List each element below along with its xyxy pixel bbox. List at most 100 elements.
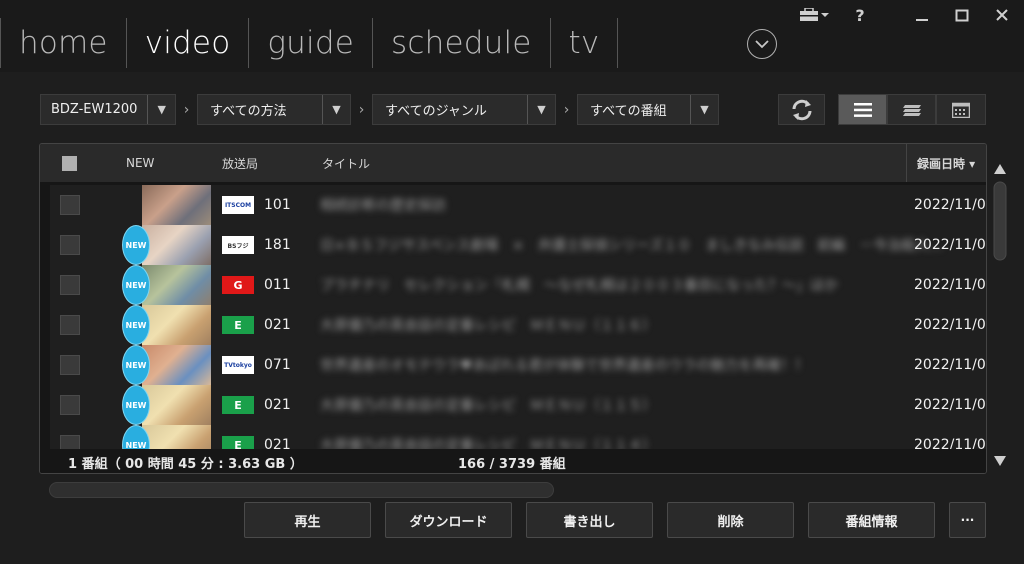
select-all-checkbox[interactable]	[62, 144, 77, 182]
more-options-button[interactable]: ···	[949, 502, 986, 538]
channel-number: 021	[264, 397, 291, 413]
thumbnail-image	[142, 265, 211, 305]
channel-number: 101	[264, 197, 291, 213]
row-checkbox[interactable]	[60, 345, 80, 385]
channel-number: 181	[264, 237, 291, 253]
record-date: 2022/11/0	[914, 437, 986, 449]
calendar-view-button[interactable]	[936, 94, 986, 125]
program-title: 大原優乃の英会話の定番レシピ ＭＥＮＵ（１１４）	[320, 438, 656, 449]
program-title: 大原優乃の英会話の定番レシピ ＭＥＮＵ（１１５）	[320, 398, 656, 414]
record-date: 2022/11/0	[914, 237, 986, 253]
program-info-button[interactable]: 番組情報	[808, 502, 935, 538]
maximize-icon[interactable]	[950, 4, 974, 26]
chevron-right-icon: ›	[358, 101, 365, 118]
table-row[interactable]: NEW E 021 大原優乃の英会話の定番レシピ ＭＥＮＵ（１１５） 2022/…	[50, 385, 986, 425]
station-logo: G	[222, 265, 254, 305]
table-row[interactable]: NEW TVtokyo 071 世界遺産のオモテウラ♥あばれる君が体験で世界遺産…	[50, 345, 986, 385]
method-select-label: すべての方法	[210, 104, 287, 119]
program-title: プラチナリ セレクション「札幌 ～なぜ札幌は２００３番目になった？～」ほか	[320, 278, 838, 294]
chevron-down-icon[interactable]: ▼	[690, 95, 718, 124]
tab-video[interactable]: video	[125, 18, 249, 68]
export-button[interactable]: 書き出し	[526, 502, 653, 538]
tab-home[interactable]: home	[0, 18, 126, 68]
thumbnail-image	[142, 185, 211, 225]
device-select[interactable]: BDZ-EW1200 ▼	[40, 94, 176, 125]
table-row[interactable]: NEW E 021 大原優乃の英会話の定番レシピ ＭＥＮＵ（１１６） 2022/…	[50, 305, 986, 345]
row-checkbox[interactable]	[60, 265, 80, 305]
new-badge-icon: NEW	[122, 305, 150, 345]
download-button[interactable]: ダウンロード	[385, 502, 512, 538]
new-badge-icon: NEW	[122, 385, 150, 425]
channel-number: 011	[264, 277, 291, 293]
tab-schedule[interactable]: schedule	[372, 18, 550, 68]
minimize-icon[interactable]	[910, 4, 934, 26]
chevron-right-icon: ›	[183, 101, 190, 118]
new-badge-icon: NEW	[122, 265, 150, 305]
nav-separator	[617, 18, 619, 68]
help-icon[interactable]: ?	[850, 4, 870, 26]
channel-number: 021	[264, 317, 291, 333]
stack-view-button[interactable]	[887, 94, 936, 125]
list-header: NEW 放送局 タイトル 録画日時 ▾	[40, 144, 986, 182]
chevron-down-icon[interactable]: ▼	[527, 95, 555, 124]
device-select-label: BDZ-EW1200	[51, 102, 138, 117]
delete-button[interactable]: 削除	[667, 502, 794, 538]
genre-select-label: すべてのジャンル	[385, 104, 487, 119]
tab-tv[interactable]: tv	[549, 18, 618, 68]
station-logo: E	[222, 425, 254, 449]
horizontal-scrollbar[interactable]	[49, 482, 554, 498]
thumbnail-image	[142, 425, 211, 449]
program-count: 166 / 3739 番組	[458, 457, 566, 472]
record-date: 2022/11/0	[914, 317, 986, 333]
record-date: 2022/11/0	[914, 397, 986, 413]
record-date: 2022/11/0	[914, 277, 986, 293]
chevron-down-icon[interactable]: ▼	[322, 95, 350, 124]
table-row[interactable]: NEW G 011 プラチナリ セレクション「札幌 ～なぜ札幌は２００３番目にな…	[50, 265, 986, 305]
header-date[interactable]: 録画日時 ▾	[906, 144, 986, 182]
row-checkbox[interactable]	[60, 425, 80, 449]
channel-number: 021	[264, 437, 291, 449]
record-date: 2022/11/0	[914, 357, 986, 373]
thumbnail-image	[142, 385, 211, 425]
header-station[interactable]: 放送局	[222, 144, 258, 182]
nav-more-chevron-icon[interactable]	[747, 29, 777, 59]
refresh-button[interactable]	[778, 94, 825, 125]
list-icon	[853, 102, 872, 117]
genre-select[interactable]: すべてのジャンル ▼	[372, 94, 556, 125]
chevron-down-icon[interactable]: ▼	[147, 95, 175, 124]
station-logo: E	[222, 305, 254, 345]
header-new[interactable]: NEW	[126, 144, 154, 182]
close-icon[interactable]	[990, 4, 1014, 26]
row-checkbox[interactable]	[60, 225, 80, 265]
station-logo: ITSCOM	[222, 185, 254, 225]
row-checkbox[interactable]	[60, 305, 80, 345]
table-row[interactable]: ITSCOM 101 相続診断の歴史探訪 2022/11/0	[50, 185, 986, 225]
list-view-button[interactable]	[838, 94, 887, 125]
chevron-right-icon: ›	[563, 101, 570, 118]
row-checkbox[interactable]	[60, 185, 80, 225]
thumbnail-image	[142, 305, 211, 345]
play-button[interactable]: 再生	[244, 502, 371, 538]
filter-row: BDZ-EW1200 ▼ › すべての方法 ▼ › すべてのジャンル ▼ › す…	[40, 94, 719, 125]
new-badge-icon: NEW	[122, 225, 150, 265]
program-title: 相続診断の歴史探訪	[320, 198, 446, 214]
thumbnail-image	[142, 345, 211, 385]
channel-number: 071	[264, 357, 291, 373]
toolbox-icon[interactable]	[797, 4, 831, 26]
main-nav: home video guide schedule tv	[0, 18, 619, 68]
program-select[interactable]: すべての番組 ▼	[577, 94, 719, 125]
header-title[interactable]: タイトル	[322, 144, 370, 182]
thumbnail-image	[142, 225, 211, 265]
method-select[interactable]: すべての方法 ▼	[197, 94, 351, 125]
row-checkbox[interactable]	[60, 385, 80, 425]
table-row[interactable]: NEW E 021 大原優乃の英会話の定番レシピ ＭＥＮＵ（１１４） 2022/…	[50, 425, 986, 449]
table-row[interactable]: NEW BSフジ 181 日×ＢＳフジサスペンス劇場 × 弁護士探偵シリーズ１０…	[50, 225, 986, 265]
station-logo: E	[222, 385, 254, 425]
record-date: 2022/11/0	[914, 197, 986, 213]
program-title: 大原優乃の英会話の定番レシピ ＭＥＮＵ（１１６）	[320, 318, 656, 334]
tab-guide[interactable]: guide	[248, 18, 372, 68]
recording-list-panel: NEW 放送局 タイトル 録画日時 ▾ ITSCOM 101 相続診断の歴史探訪…	[39, 143, 987, 474]
vertical-scrollbar[interactable]	[990, 160, 1010, 470]
refresh-icon	[792, 99, 811, 120]
station-logo: BSフジ	[222, 225, 254, 265]
